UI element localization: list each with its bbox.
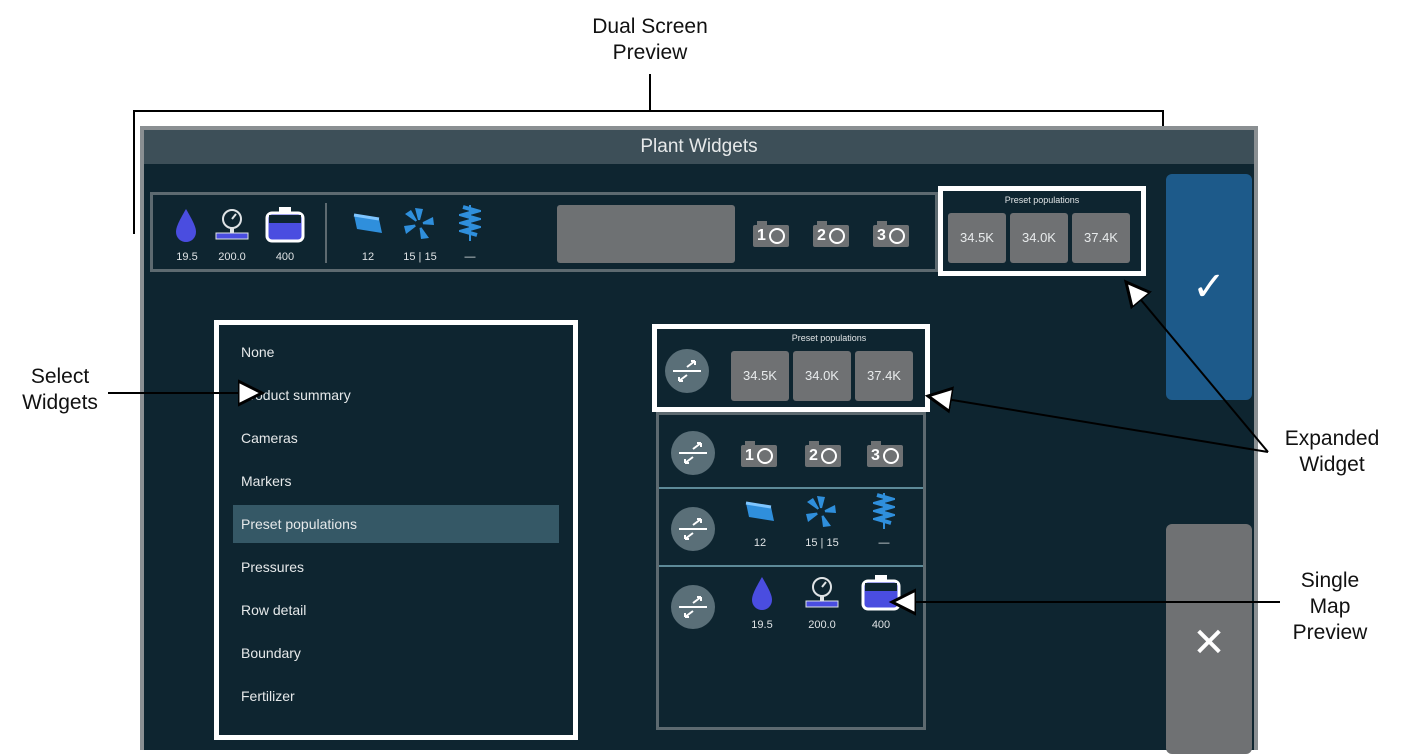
callout-arrows bbox=[108, 0, 1280, 750]
